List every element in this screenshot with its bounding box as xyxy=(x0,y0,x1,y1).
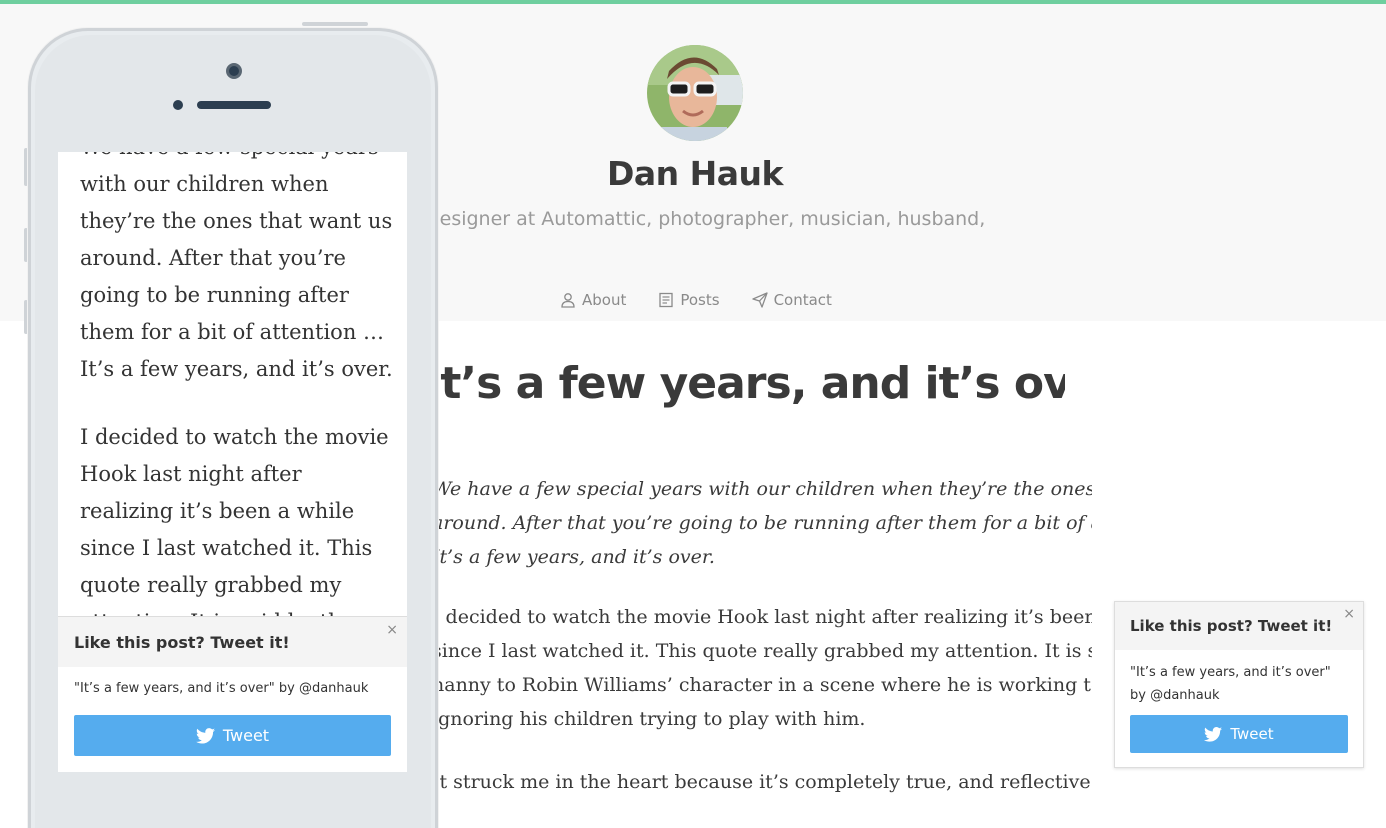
mobile-line: since I last watched it. This xyxy=(80,536,373,560)
nav-item-contact[interactable]: Contact xyxy=(751,288,832,312)
mobile-line: with our children when xyxy=(80,172,329,196)
mobile-quote: We have a few special years with our chi… xyxy=(80,152,400,388)
mobile-tweet-heading: Like this post? Tweet it! xyxy=(58,617,407,667)
sensor-dot xyxy=(173,100,183,110)
twitter-bird-icon xyxy=(1204,726,1223,742)
post-blockquote: We have a few special years with our chi… xyxy=(432,472,1092,574)
tweet-widget-text: "It’s a few years, and it’s over" by @da… xyxy=(1130,665,1331,703)
phone-power-button xyxy=(302,22,368,26)
nav-item-about[interactable]: About xyxy=(560,288,626,312)
mobile-line: they’re the ones that want us xyxy=(80,209,393,233)
paragraph-line: ignoring his children trying to play wit… xyxy=(432,708,866,730)
quote-line: around. After that you’re going to be ru… xyxy=(432,512,1092,534)
user-icon xyxy=(561,293,575,308)
tweet-button[interactable]: Tweet xyxy=(1130,715,1348,753)
speaker-grille xyxy=(197,101,271,109)
tweet-button-label: Tweet xyxy=(1230,725,1274,743)
nav-label-posts: Posts xyxy=(680,291,720,309)
avatar-photo xyxy=(647,45,743,141)
nav-label-contact: Contact xyxy=(773,291,832,309)
main-nav: About Posts Contact xyxy=(560,288,832,312)
close-icon[interactable]: × xyxy=(1343,606,1355,622)
close-icon[interactable]: × xyxy=(386,622,398,638)
mobile-line: It’s a few years, and it’s over. xyxy=(80,357,393,381)
site-tagline: Designer at Automattic, photographer, mu… xyxy=(425,208,985,230)
post-title: It’s a few years, and it’s over xyxy=(425,358,1065,409)
mobile-tweet-text: "It’s a few years, and it’s over" by @da… xyxy=(74,681,369,696)
nav-label-about: About xyxy=(582,291,627,309)
paragraph-line: I decided to watch the movie Hook last n… xyxy=(432,606,1092,628)
document-icon xyxy=(659,292,674,308)
nav-item-posts[interactable]: Posts xyxy=(658,288,720,312)
mobile-line: We have a few special years xyxy=(80,152,400,166)
mobile-line: going to be running after xyxy=(80,283,349,307)
mobile-tweet-widget: Like this post? Tweet it! × "It’s a few … xyxy=(58,616,407,772)
mobile-line: Hook last night after xyxy=(80,462,302,486)
mobile-line: them for a bit of attention … xyxy=(80,320,385,344)
avatar[interactable] xyxy=(647,45,743,141)
mobile-tweet-button[interactable]: Tweet xyxy=(74,715,391,756)
quote-line: It’s a few years, and it’s over. xyxy=(432,546,715,568)
mobile-paragraph: I decided to watch the movie Hook last n… xyxy=(80,419,400,641)
paragraph-line: It struck me in the heart because it’s c… xyxy=(432,771,1092,793)
tweet-widget: Like this post? Tweet it! × "It’s a few … xyxy=(1114,601,1364,768)
paper-plane-icon xyxy=(751,292,768,308)
mobile-line: around. After that you’re xyxy=(80,246,346,270)
mobile-line: I decided to watch the movie xyxy=(80,425,389,449)
mobile-tweet-button-label: Tweet xyxy=(222,726,270,745)
post-paragraph: I decided to watch the movie Hook last n… xyxy=(432,600,1092,736)
camera-icon xyxy=(226,63,242,79)
mobile-line: realizing it’s been a while xyxy=(80,499,355,523)
quote-line: We have a few special years with our chi… xyxy=(432,478,1092,500)
paragraph-line: nanny to Robin Williams’ character in a … xyxy=(432,674,1092,696)
mobile-line: quote really grabbed my xyxy=(80,573,342,597)
tweet-widget-heading: Like this post? Tweet it! xyxy=(1115,602,1363,650)
site-title[interactable]: Dan Hauk xyxy=(420,154,970,193)
twitter-bird-icon xyxy=(195,727,215,744)
mobile-article-text: We have a few special years with our chi… xyxy=(80,152,400,672)
phone-screen: We have a few special years with our chi… xyxy=(58,152,407,772)
post-paragraph-2: It struck me in the heart because it’s c… xyxy=(432,765,1092,799)
paragraph-line: since I last watched it. This quote real… xyxy=(432,640,1092,662)
